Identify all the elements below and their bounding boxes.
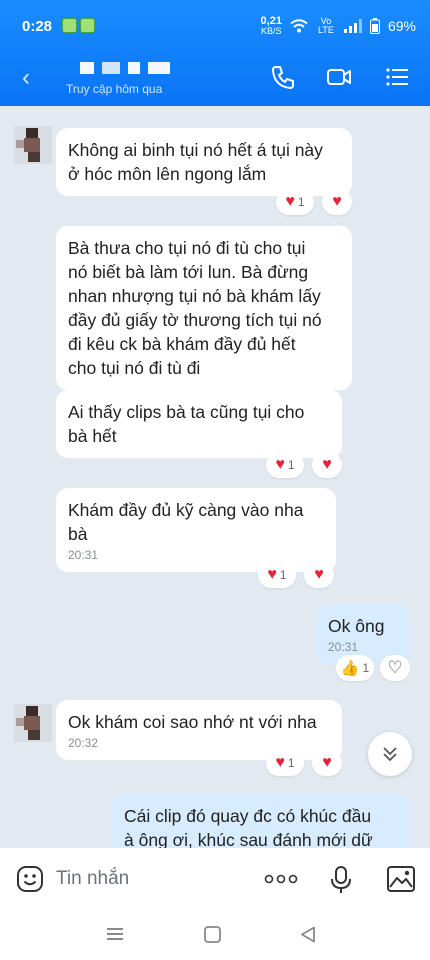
message-bubble[interactable]: Ok khám coi sao nhớ nt với nha 20:32 [56,700,342,760]
double-chevron-down-icon [383,747,397,762]
home-icon[interactable] [204,926,221,943]
message-text: Ok ông [328,616,385,636]
contact-name-redacted[interactable] [80,62,170,74]
chat-area[interactable]: Không ai binh tụi nó hết á tụi này ở hóc… [0,106,430,848]
menu-icon[interactable] [384,64,410,90]
heart-icon: ♥ [275,754,285,771]
react-heart-button[interactable]: ♥ [322,189,352,215]
heart-outline-icon: ♡ [387,658,403,677]
message-bubble[interactable]: Bà thưa cho tụi nó đi tù cho tụi nó biết… [56,226,352,390]
scroll-to-bottom-button[interactable] [368,732,412,776]
phone-icon[interactable] [270,64,296,90]
status-bar: 0:28 0,21 KB/S Vo LTE 69% [0,12,430,40]
battery-icon [369,18,380,34]
more-options-icon[interactable] [264,874,298,884]
react-heart-button[interactable]: ♥ [312,452,342,478]
reaction-count-badge[interactable]: ♥ 1 [276,189,314,215]
notification-app-icon [62,18,77,33]
thumbs-up-icon: 👍 [340,660,360,677]
avatar[interactable] [14,704,52,742]
speed-unit: KB/S [261,26,282,36]
reaction-count: 1 [279,568,287,582]
video-icon[interactable] [326,64,352,90]
battery-percent: 69% [387,18,416,34]
system-nav-bar [0,912,430,960]
back-arrow-icon[interactable]: ‹ [22,64,30,92]
heart-icon: ♥ [267,566,277,583]
emoji-sticker-icon[interactable] [16,865,44,893]
message-text: Không ai binh tụi nó hết á tụi này ở hóc… [68,140,323,184]
heart-icon: ♥ [314,566,324,583]
notification-app-icon [80,18,95,33]
status-right-group: 0,21 KB/S Vo LTE 69% [261,16,416,36]
reaction-count-badge[interactable]: ♥ 1 [266,750,304,776]
reaction-count: 1 [297,195,305,209]
message-input[interactable]: Tin nhắn [56,868,129,890]
avatar[interactable] [14,126,52,164]
reaction-count-badge[interactable]: 👍 1 [336,655,374,681]
heart-icon: ♥ [322,456,332,473]
reaction-count: 1 [362,661,370,675]
chat-header: 0:28 0,21 KB/S Vo LTE 69% ‹ Truy cập hôm… [0,0,430,106]
message-text: Bà thưa cho tụi nó đi tù cho tụi nó biết… [68,238,322,378]
network-speed: 0,21 KB/S [261,16,282,36]
reaction-count-badge[interactable]: ♥ 1 [258,562,296,588]
message-text: Cái clip đó quay đc có khúc đầu à ông ơi… [124,806,373,848]
message-time: 20:31 [68,548,99,562]
header-toolbar: ‹ Truy cập hôm qua [0,56,430,100]
reaction-count: 1 [287,458,295,472]
message-bubble[interactable]: Không ai binh tụi nó hết á tụi này ở hóc… [56,128,352,196]
message-bubble[interactable]: Ai thấy clips bà ta cũng tụi cho bà hết [56,390,342,458]
last-seen-subtitle: Truy cập hôm qua [66,82,163,96]
message-text: Ok khám coi sao nhớ nt với nha [68,712,317,732]
recent-apps-icon[interactable] [106,926,124,942]
react-heart-button[interactable]: ♡ [380,655,410,681]
react-heart-button[interactable]: ♥ [312,750,342,776]
heart-icon: ♥ [322,754,332,771]
volte-label: Vo LTE [318,16,334,35]
back-icon[interactable] [300,926,316,943]
message-text: Khám đầy đủ kỹ càng vào nha bà [68,500,304,544]
message-time: 20:31 [328,640,359,654]
reaction-count: 1 [287,756,295,770]
message-composer: Tin nhắn [0,848,430,912]
own-message-bubble[interactable]: Cái clip đó quay đc có khúc đầu à ông ơi… [112,794,410,848]
microphone-icon[interactable] [330,865,352,895]
heart-icon: ♥ [285,193,295,210]
message-bubble[interactable]: Khám đầy đủ kỹ càng vào nha bà 20:31 [56,488,336,572]
reaction-count-badge[interactable]: ♥ 1 [266,452,304,478]
heart-icon: ♥ [332,193,342,210]
wifi-icon [290,19,308,33]
status-time: 0:28 [22,18,53,35]
message-text: Ai thấy clips bà ta cũng tụi cho bà hết [68,402,305,446]
heart-icon: ♥ [275,456,285,473]
image-gallery-icon[interactable] [386,865,416,893]
message-time: 20:32 [68,736,99,750]
react-heart-button[interactable]: ♥ [304,562,334,588]
signal-icon [343,19,362,33]
